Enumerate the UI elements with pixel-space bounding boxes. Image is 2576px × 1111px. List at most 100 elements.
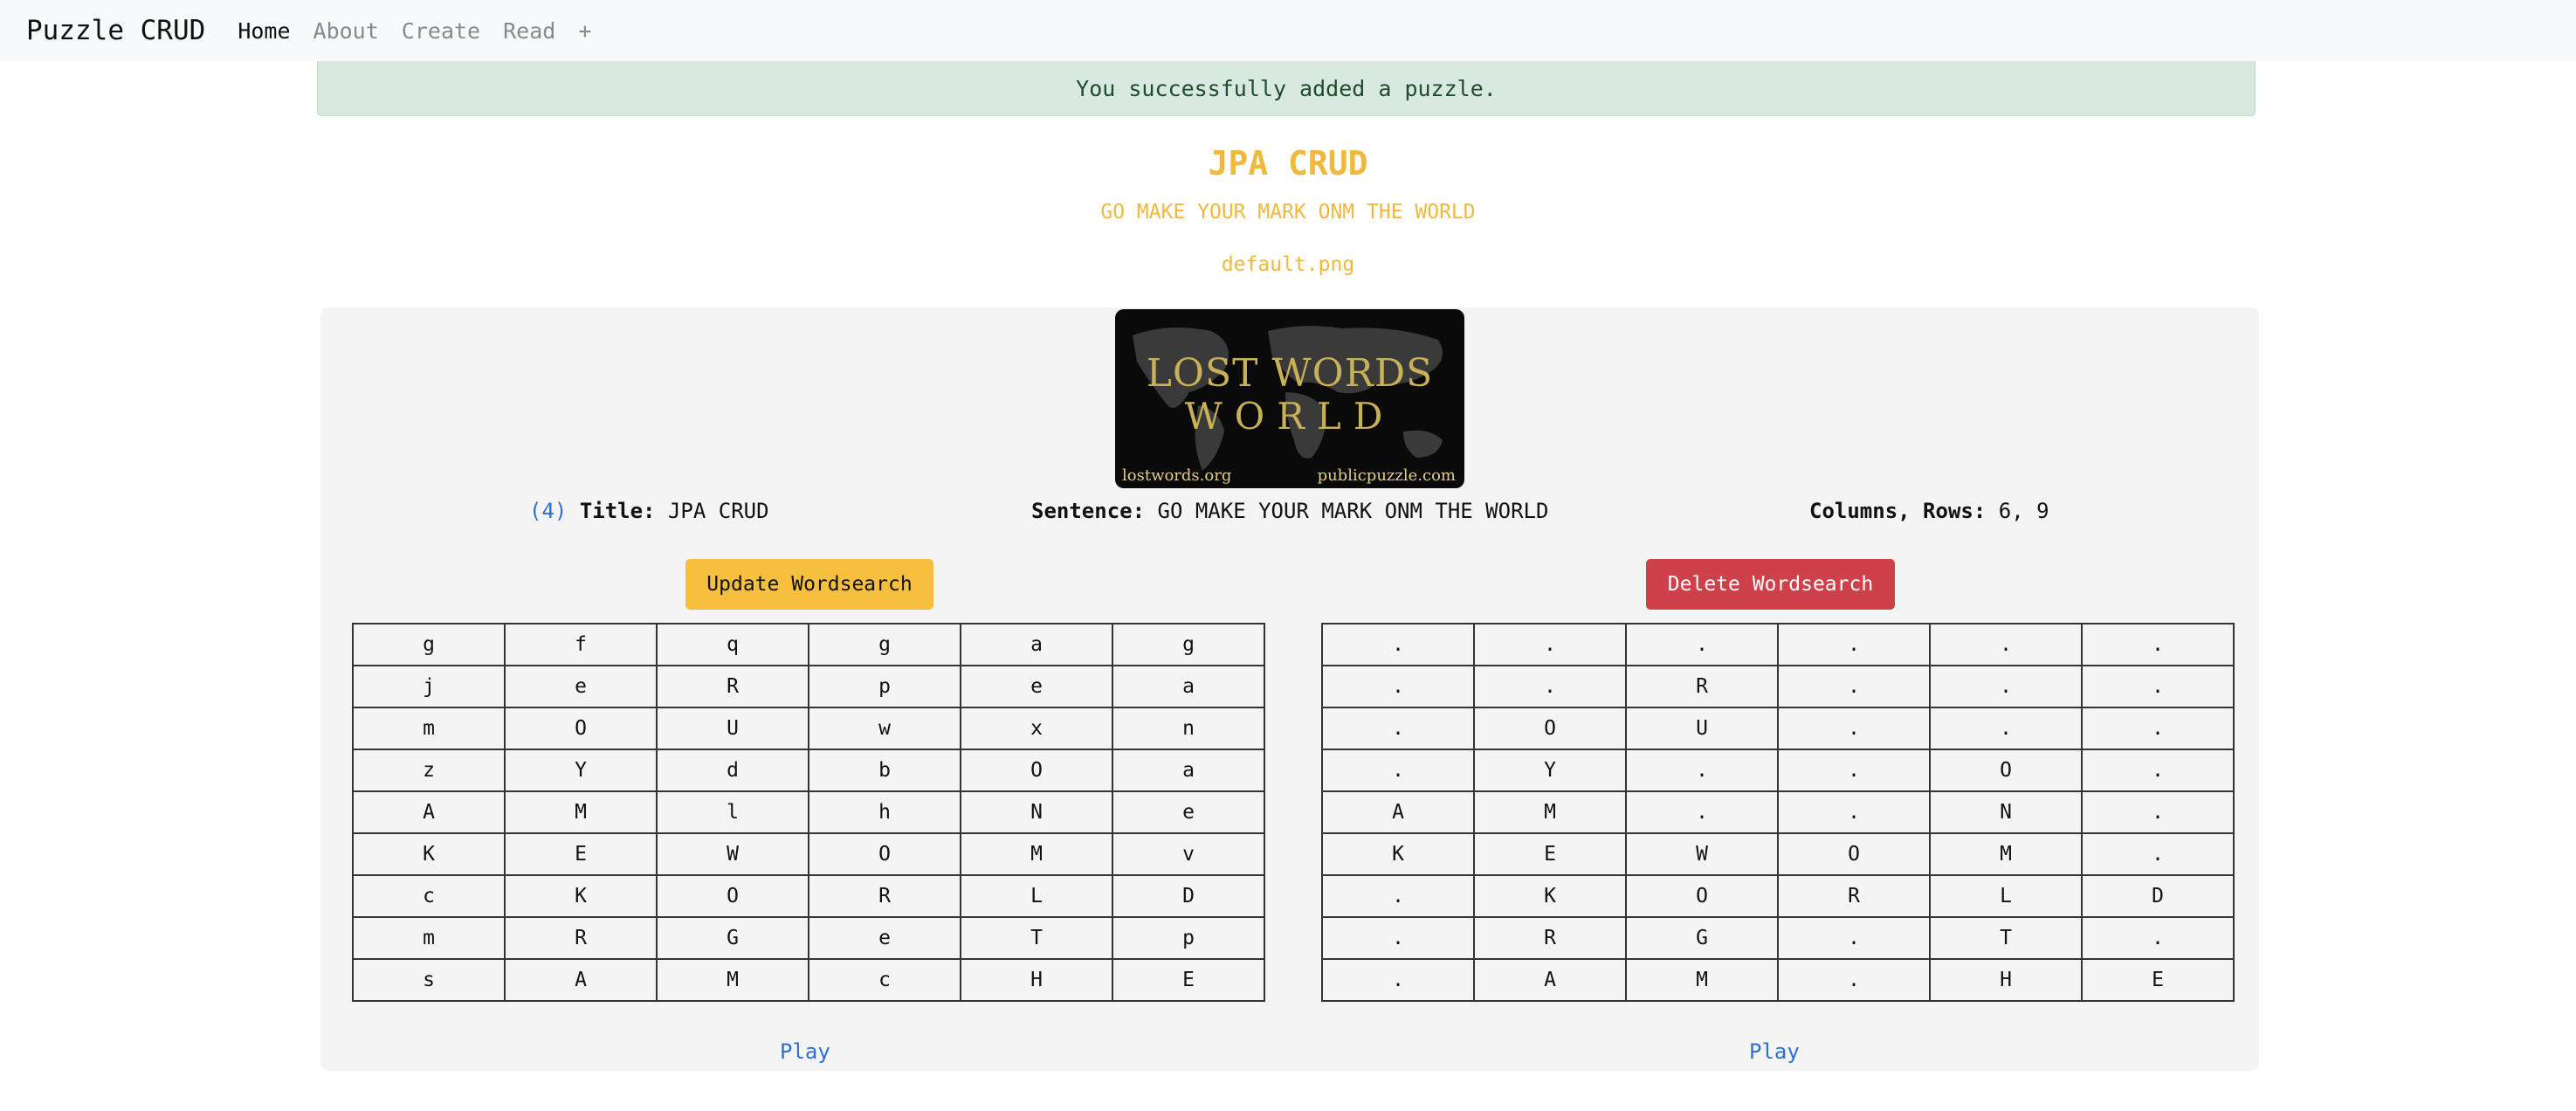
grid-row: sAMcHE: [352, 958, 1265, 1002]
play-link-left[interactable]: Play: [780, 1039, 830, 1064]
nav-link-about[interactable]: About: [313, 18, 379, 44]
grid-cell: D: [2081, 874, 2235, 918]
grid-row: KEWOM.: [1321, 832, 2235, 876]
grid-row: gfqgag: [352, 623, 1265, 666]
grid-cell: T: [1929, 916, 2083, 960]
grid-cell: b: [808, 749, 961, 792]
grid-cell: O: [1929, 749, 2083, 792]
grid-cell: m: [352, 916, 506, 960]
grid-row: zYdbOa: [352, 749, 1265, 792]
grid-cell: .: [1625, 749, 1779, 792]
grid-cell: Y: [504, 749, 658, 792]
grid-cell: w: [808, 707, 961, 750]
solution-grid: ........R....OU....Y..O.AM..N.KEWOM..KOR…: [1321, 623, 2235, 1002]
grid-cell: .: [2081, 665, 2235, 708]
logo-title-line1: LOST WORDS: [1146, 351, 1434, 396]
grid-cell: .: [2081, 707, 2235, 750]
grid-cell: W: [1625, 832, 1779, 876]
grid-cell: a: [1112, 749, 1265, 792]
logo-title-line2: WORLD: [1184, 395, 1395, 438]
grid-cell: e: [808, 916, 961, 960]
grid-cell: .: [1473, 623, 1627, 666]
grid-cell: U: [656, 707, 809, 750]
grid-cell: g: [352, 623, 506, 666]
grid-cell: a: [1112, 665, 1265, 708]
grid-cell: O: [1625, 874, 1779, 918]
grid-cell: G: [656, 916, 809, 960]
nav-link-home[interactable]: Home: [238, 18, 290, 44]
lost-words-logo-image: LOST WORDS WORLD lostwords.org publicpuz…: [1115, 309, 1464, 488]
title-value: JPA CRUD: [667, 499, 769, 523]
grid-cell: p: [808, 665, 961, 708]
grid-cell: M: [656, 958, 809, 1002]
grid-cell: e: [1112, 790, 1265, 834]
puzzle-id: (4): [529, 499, 568, 523]
grid-cell: O: [808, 832, 961, 876]
grid-cell: .: [1929, 665, 2083, 708]
grid-cell: v: [1112, 832, 1265, 876]
grid-cell: j: [352, 665, 506, 708]
grid-row: .RG.T.: [1321, 916, 2235, 960]
grid-cell: .: [1625, 623, 1779, 666]
grid-cell: .: [1777, 958, 1931, 1002]
title-label: Title:: [579, 499, 656, 523]
nav-link-read[interactable]: Read: [503, 18, 555, 44]
grid-cell: H: [960, 958, 1113, 1002]
grid-cell: .: [1777, 623, 1931, 666]
grid-row: AMlhNe: [352, 790, 1265, 834]
grid-cell: O: [1777, 832, 1931, 876]
update-wordsearch-button[interactable]: Update Wordsearch: [685, 559, 933, 610]
grid-cell: M: [1625, 958, 1779, 1002]
grid-cell: g: [1112, 623, 1265, 666]
grid-cell: N: [960, 790, 1113, 834]
grid-row: .Y..O.: [1321, 749, 2235, 792]
grid-cell: H: [1929, 958, 2083, 1002]
grid-cell: .: [1929, 623, 2083, 666]
grid-row: jeRpea: [352, 665, 1265, 708]
grid-cell: .: [2081, 790, 2235, 834]
grid-cell: e: [504, 665, 658, 708]
grid-cell: z: [352, 749, 506, 792]
grid-cell: a: [960, 623, 1113, 666]
grid-cell: .: [2081, 832, 2235, 876]
brand-link[interactable]: Puzzle CRUD: [26, 15, 205, 46]
grid-cell: K: [504, 874, 658, 918]
grid-cell: N: [1929, 790, 2083, 834]
grid-row: AM..N.: [1321, 790, 2235, 834]
grid-cell: K: [1321, 832, 1475, 876]
delete-wordsearch-button[interactable]: Delete Wordsearch: [1646, 559, 1895, 610]
grid-row: mRGeTp: [352, 916, 1265, 960]
grid-cell: R: [1625, 665, 1779, 708]
nav-link-create[interactable]: Create: [402, 18, 480, 44]
sentence-label: Sentence:: [1031, 499, 1146, 523]
play-link-right[interactable]: Play: [1749, 1039, 1800, 1064]
plus-icon[interactable]: +: [578, 18, 591, 44]
grid-cell: U: [1625, 707, 1779, 750]
grid-cell: L: [960, 874, 1113, 918]
grid-cell: Y: [1473, 749, 1627, 792]
puzzle-dims-info: Columns, Rows: 6, 9: [1809, 499, 2049, 523]
grid-cell: O: [1473, 707, 1627, 750]
grid-cell: p: [1112, 916, 1265, 960]
grid-cell: .: [1473, 665, 1627, 708]
grid-cell: .: [2081, 749, 2235, 792]
grid-cell: .: [1321, 623, 1475, 666]
grid-cell: A: [504, 958, 658, 1002]
grid-cell: .: [1929, 707, 2083, 750]
grid-cell: A: [1321, 790, 1475, 834]
grid-cell: d: [656, 749, 809, 792]
grid-cell: n: [1112, 707, 1265, 750]
logo-footer-left: lostwords.org: [1122, 466, 1232, 485]
grid-cell: .: [1777, 707, 1931, 750]
grid-cell: R: [504, 916, 658, 960]
grid-cell: R: [656, 665, 809, 708]
grid-cell: l: [656, 790, 809, 834]
grid-cell: .: [2081, 623, 2235, 666]
grid-cell: O: [960, 749, 1113, 792]
grid-cell: .: [1321, 958, 1475, 1002]
grid-cell: E: [1473, 832, 1627, 876]
grid-row: cKORLD: [352, 874, 1265, 918]
grid-row: mOUwxn: [352, 707, 1265, 750]
grid-cell: .: [1321, 707, 1475, 750]
grid-cell: g: [808, 623, 961, 666]
